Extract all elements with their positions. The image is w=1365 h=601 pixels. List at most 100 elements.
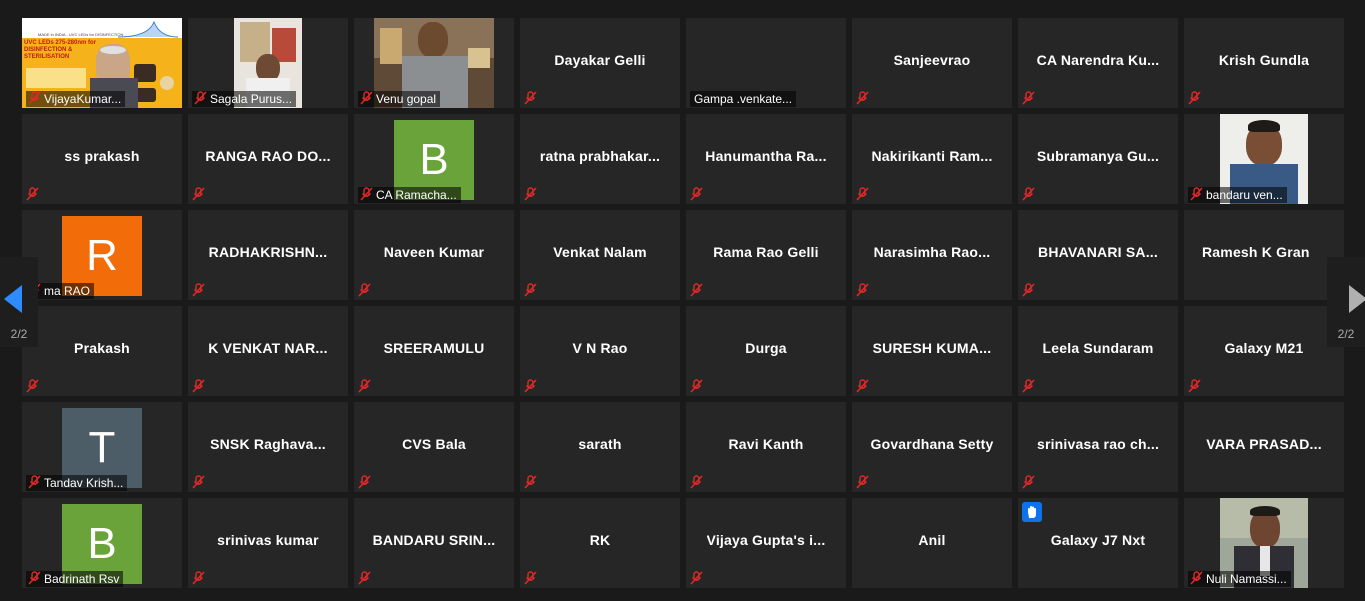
muted-mic-icon (524, 187, 537, 201)
participant-tile[interactable]: BANDARU SRIN... (354, 498, 514, 588)
participant-tile[interactable]: bandaru ven... (1184, 114, 1344, 204)
participant-tile[interactable]: SREERAMULU (354, 306, 514, 396)
participant-name: SNSK Raghava... (210, 436, 326, 452)
next-page-button[interactable]: 2/2 (1327, 257, 1365, 347)
participant-name: Sanjeevrao (893, 52, 971, 68)
participant-tile[interactable]: ss prakash (22, 114, 182, 204)
muted-mic-icon (856, 91, 869, 105)
participant-tile[interactable]: RADHAKRISHN... (188, 210, 348, 300)
muted-mic-icon (358, 475, 371, 489)
muted-mic-icon (856, 187, 869, 201)
participant-tile[interactable]: Leela Sundaram (1018, 306, 1178, 396)
participant-name: Prakash (74, 340, 130, 356)
participant-caption: bandaru ven... (1188, 187, 1287, 203)
participant-name: Narasimha Rao... (873, 244, 991, 260)
muted-mic-icon (192, 283, 205, 297)
muted-mic-icon (192, 475, 205, 489)
muted-mic-icon (524, 91, 537, 105)
participant-tile[interactable]: CA Narendra Ku... (1018, 18, 1178, 108)
participant-name: Gampa .venkate... (694, 92, 793, 106)
muted-mic-icon (28, 475, 41, 489)
participant-tile[interactable]: R ma RAO (22, 210, 182, 300)
previous-page-button[interactable]: 2/2 (0, 257, 38, 347)
participant-tile[interactable]: Galaxy M21 (1184, 306, 1344, 396)
participant-tile[interactable]: Rama Rao Gelli (686, 210, 846, 300)
muted-mic-icon (856, 283, 869, 297)
muted-mic-icon (360, 187, 373, 201)
muted-mic-icon (358, 379, 371, 393)
participant-name: SURESH KUMA... (872, 340, 992, 356)
participant-name: K VENKAT NAR... (208, 340, 328, 356)
participant-tile[interactable]: Ravi Kanth (686, 402, 846, 492)
participant-name: Hanumantha Ra... (705, 148, 827, 164)
muted-mic-icon (1022, 379, 1035, 393)
participant-tile[interactable]: RK (520, 498, 680, 588)
participant-tile[interactable]: Venu gopal (354, 18, 514, 108)
participant-tile[interactable]: K VENKAT NAR... (188, 306, 348, 396)
muted-mic-icon (26, 187, 39, 201)
participant-caption: CA Ramacha... (358, 187, 461, 203)
participant-tile[interactable]: MADE in INDIA - UVC LEDs for DISINFECTIO… (22, 18, 182, 108)
participant-tile[interactable]: Durga (686, 306, 846, 396)
participant-name: Ravi Kanth (728, 436, 804, 452)
participant-tile[interactable]: SNSK Raghava... (188, 402, 348, 492)
participant-tile[interactable]: Galaxy J7 Nxt (1018, 498, 1178, 588)
participant-tile[interactable]: Prakash (22, 306, 182, 396)
participant-name: Subramanya Gu... (1036, 148, 1160, 164)
participant-tile[interactable]: Narasimha Rao... (852, 210, 1012, 300)
participant-tile[interactable]: Ramesh K Gran (1184, 210, 1344, 300)
participant-tile[interactable]: BHAVANARI SA... (1018, 210, 1178, 300)
participant-tile[interactable]: Govardhana Setty (852, 402, 1012, 492)
participant-tile[interactable]: Anil (852, 498, 1012, 588)
participant-caption: Gampa .venkate... (690, 91, 797, 107)
participant-name: RK (589, 532, 611, 548)
muted-mic-icon (690, 379, 703, 393)
chevron-left-icon (4, 285, 22, 313)
muted-mic-icon (192, 187, 205, 201)
participant-tile[interactable]: Subramanya Gu... (1018, 114, 1178, 204)
participant-tile[interactable]: srinivas kumar (188, 498, 348, 588)
participant-tile[interactable]: Sagala Purus... (188, 18, 348, 108)
participant-caption: Tandav Krish... (26, 475, 128, 491)
participant-tile[interactable]: srinivasa rao ch... (1018, 402, 1178, 492)
muted-mic-icon (1188, 379, 1201, 393)
participant-tile[interactable]: Naveen Kumar (354, 210, 514, 300)
participant-name: Galaxy M21 (1224, 340, 1304, 356)
participant-tile[interactable]: RANGA RAO DO... (188, 114, 348, 204)
participant-tile[interactable]: Krish Gundla (1184, 18, 1344, 108)
muted-mic-icon (690, 475, 703, 489)
participant-tile[interactable]: V N Rao (520, 306, 680, 396)
participant-name: Anil (918, 532, 946, 548)
participant-tile[interactable]: Sanjeevrao (852, 18, 1012, 108)
participant-tile[interactable]: sarath (520, 402, 680, 492)
participant-tile[interactable]: VARA PRASAD... (1184, 402, 1344, 492)
participant-tile[interactable]: Dayakar Gelli (520, 18, 680, 108)
participant-name: Naveen Kumar (383, 244, 485, 260)
muted-mic-icon (360, 91, 373, 105)
participant-name: ss prakash (64, 148, 140, 164)
participant-tile[interactable]: Nuli Namassi... (1184, 498, 1344, 588)
participant-name: CA Narendra Ku... (1036, 52, 1160, 68)
participant-name: Krish Gundla (1218, 52, 1310, 68)
muted-mic-icon (358, 283, 371, 297)
participant-tile[interactable]: Hanumantha Ra... (686, 114, 846, 204)
participant-tile[interactable]: SURESH KUMA... (852, 306, 1012, 396)
participant-name: Ramesh K Gran (1202, 244, 1310, 260)
participant-tile[interactable]: ratna prabhakar... (520, 114, 680, 204)
participant-tile[interactable]: B CA Ramacha... (354, 114, 514, 204)
page-indicator: 2/2 (10, 327, 28, 341)
participant-caption: Venu gopal (358, 91, 441, 107)
participant-tile[interactable]: Vijaya Gupta's i... (686, 498, 846, 588)
muted-mic-icon (358, 571, 371, 585)
participant-tile[interactable]: T Tandav Krish... (22, 402, 182, 492)
page-indicator: 2/2 (1337, 327, 1355, 341)
participant-tile[interactable]: Gampa .venkate... (686, 18, 846, 108)
participant-tile[interactable]: Venkat Nalam (520, 210, 680, 300)
muted-mic-icon (690, 187, 703, 201)
participant-gallery: MADE in INDIA - UVC LEDs for DISINFECTIO… (22, 18, 1344, 588)
participant-tile[interactable]: B Badrinath Rsv (22, 498, 182, 588)
muted-mic-icon (1022, 475, 1035, 489)
participant-tile[interactable]: Nakirikanti Ram... (852, 114, 1012, 204)
participant-tile[interactable]: CVS Bala (354, 402, 514, 492)
participant-name: Vijaya Gupta's i... (706, 532, 826, 548)
